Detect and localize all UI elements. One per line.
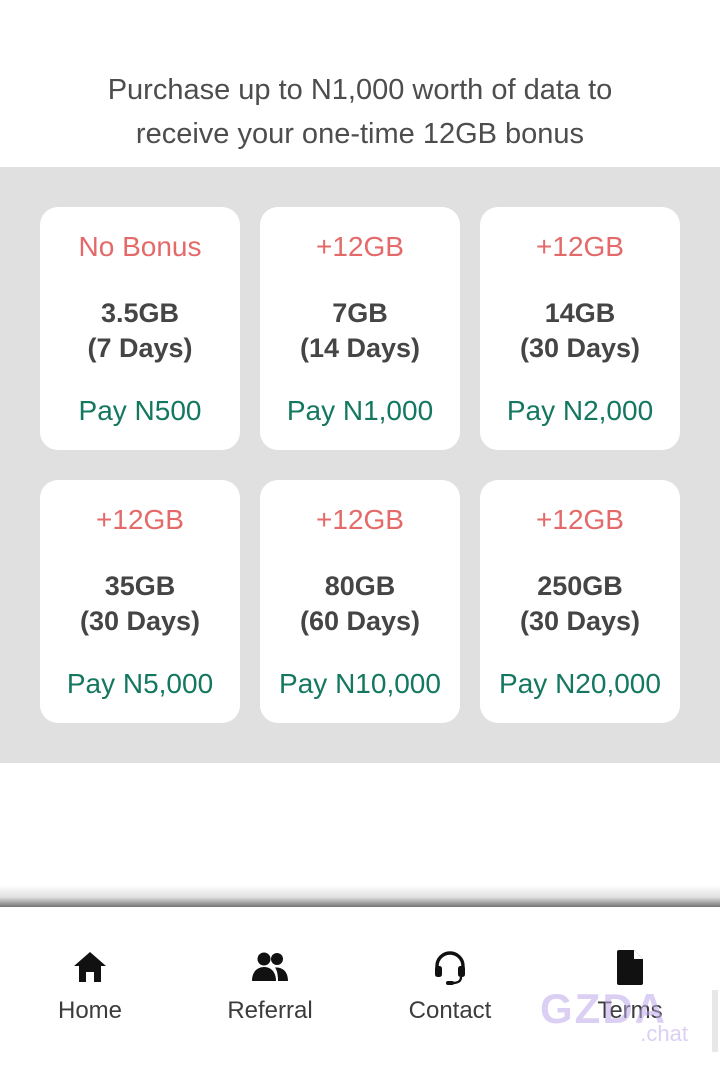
plan-duration: (14 Days) xyxy=(299,333,421,363)
plan-duration: (30 Days) xyxy=(519,606,641,636)
plan-bonus: No Bonus xyxy=(78,231,202,262)
plan-card-3[interactable]: +12GB 14GB (30 Days) Pay N2,000 xyxy=(480,207,680,450)
plan-duration: (60 Days) xyxy=(299,606,421,636)
plan-card-5[interactable]: +12GB 80GB (60 Days) Pay N10,000 xyxy=(260,480,460,723)
plan-bonus: +12GB xyxy=(536,231,624,262)
nav-item-referral[interactable]: Referral xyxy=(180,947,360,1027)
plan-duration: (7 Days) xyxy=(87,333,193,363)
plan-duration: (30 Days) xyxy=(79,606,201,636)
plan-price: Pay N500 xyxy=(78,395,202,426)
users-icon xyxy=(252,952,288,981)
nav-shadow-divider xyxy=(0,885,720,907)
plan-size: 3.5GB xyxy=(100,298,180,328)
headline-line-1: Purchase up to N1,000 worth of data to xyxy=(107,74,613,106)
nav-item-home[interactable]: Home xyxy=(0,947,180,1027)
plan-size: 80GB xyxy=(324,571,396,601)
plan-size: 250GB xyxy=(537,571,623,601)
plan-price: Pay N1,000 xyxy=(286,395,434,426)
home-icon xyxy=(74,952,106,982)
plan-bonus: +12GB xyxy=(96,504,184,535)
plan-bonus: +12GB xyxy=(316,231,404,262)
nav-label-home: Home xyxy=(57,997,123,1024)
plan-card-6[interactable]: +12GB 250GB (30 Days) Pay N20,000 xyxy=(480,480,680,723)
plan-bonus: +12GB xyxy=(316,504,404,535)
bottom-navigation: Home Referral Contact Terms xyxy=(0,907,720,1075)
nav-item-contact[interactable]: Contact xyxy=(360,947,540,1027)
headset-icon xyxy=(435,951,465,985)
nav-label-contact: Contact xyxy=(408,997,492,1024)
plan-price: Pay N2,000 xyxy=(506,395,654,426)
plan-card-2[interactable]: +12GB 7GB (14 Days) Pay N1,000 xyxy=(260,207,460,450)
nav-label-referral: Referral xyxy=(227,997,313,1024)
plan-card-4[interactable]: +12GB 35GB (30 Days) Pay N5,000 xyxy=(40,480,240,723)
plan-card-1[interactable]: No Bonus 3.5GB (7 Days) Pay N500 xyxy=(40,207,240,450)
bonus-headline: Purchase up to N1,000 worth of data to r… xyxy=(0,68,720,156)
plan-bonus: +12GB xyxy=(536,504,624,535)
plan-price: Pay N10,000 xyxy=(279,668,441,699)
plans-grid: No Bonus 3.5GB (7 Days) Pay N500 +12GB 7… xyxy=(0,167,720,763)
plan-price: Pay N5,000 xyxy=(66,668,214,699)
document-icon xyxy=(617,950,643,985)
nav-item-terms[interactable]: Terms xyxy=(540,947,720,1027)
plan-size: 7GB xyxy=(332,298,388,328)
nav-label-terms: Terms xyxy=(597,997,663,1024)
plan-size: 35GB xyxy=(104,571,176,601)
headline-line-2: receive your one-time 12GB bonus xyxy=(135,118,585,150)
plan-size: 14GB xyxy=(544,298,616,328)
plan-price: Pay N20,000 xyxy=(499,668,661,699)
edge-handle xyxy=(712,990,718,1052)
plan-duration: (30 Days) xyxy=(519,333,641,363)
